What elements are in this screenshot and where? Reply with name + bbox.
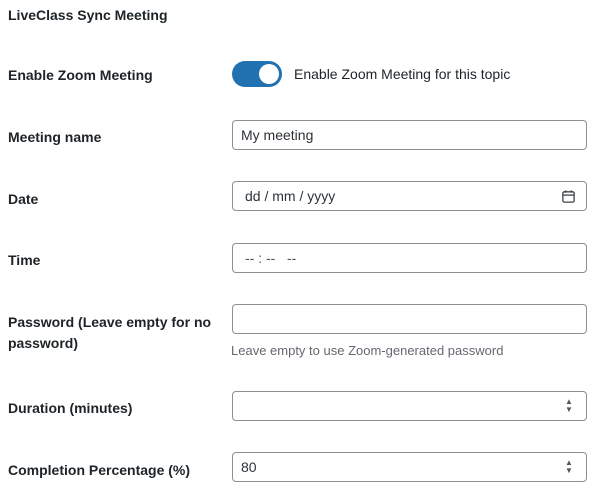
enable-zoom-toggle[interactable]: [232, 61, 282, 87]
toggle-knob: [259, 64, 279, 84]
calendar-icon[interactable]: [558, 186, 578, 206]
date-input[interactable]: dd / mm / yyyy: [232, 181, 587, 211]
completion-value: 80: [241, 459, 257, 475]
spin-down-icon[interactable]: ▼: [565, 406, 573, 414]
completion-label: Completion Percentage (%): [8, 462, 191, 478]
time-label: Time: [8, 252, 41, 268]
duration-input[interactable]: ▲ ▼: [232, 391, 587, 421]
meeting-name-label: Meeting name: [8, 129, 102, 145]
password-help-text: Leave empty to use Zoom-generated passwo…: [231, 343, 504, 358]
password-label: Password (Leave empty for no password): [8, 314, 212, 351]
spin-down-icon[interactable]: ▼: [565, 467, 573, 475]
enable-zoom-label: Enable Zoom Meeting: [8, 67, 153, 83]
enable-zoom-toggle-text: Enable Zoom Meeting for this topic: [294, 66, 511, 82]
number-spinner[interactable]: ▲ ▼: [560, 457, 578, 477]
meeting-name-input[interactable]: My meeting: [232, 120, 587, 150]
completion-input[interactable]: 80 ▲ ▼: [232, 452, 587, 482]
password-input[interactable]: [232, 304, 587, 334]
time-input[interactable]: -- : -- --: [232, 243, 587, 273]
duration-label: Duration (minutes): [8, 400, 133, 416]
number-spinner[interactable]: ▲ ▼: [560, 396, 578, 416]
time-placeholder: -- : -- --: [245, 250, 297, 266]
date-placeholder: dd / mm / yyyy: [245, 188, 336, 204]
section-title: LiveClass Sync Meeting: [8, 7, 168, 23]
meeting-name-value: My meeting: [241, 127, 314, 143]
date-label: Date: [8, 191, 39, 207]
